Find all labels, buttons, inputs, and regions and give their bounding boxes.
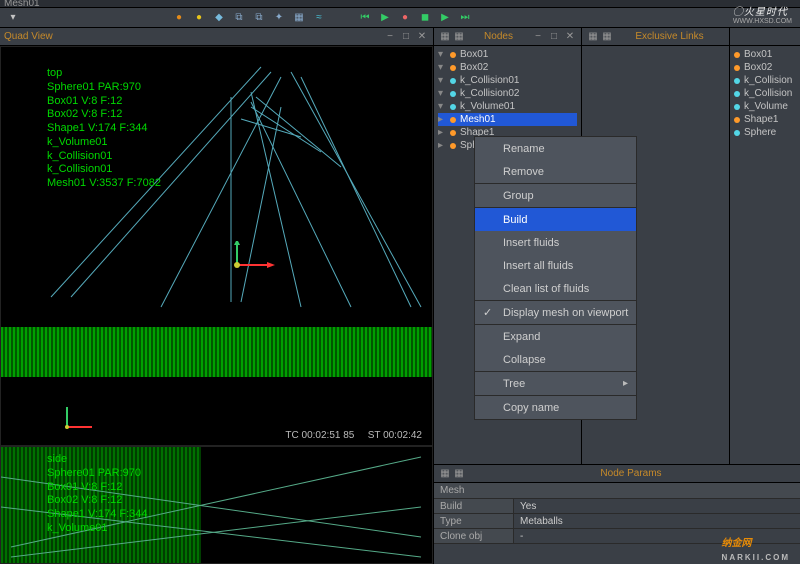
- tc-label: TC 00:02:51 85: [285, 430, 354, 441]
- menu-item[interactable]: Rename: [475, 137, 636, 160]
- grid2-icon[interactable]: ▦: [452, 467, 466, 481]
- close-icon[interactable]: ✕: [415, 30, 429, 44]
- excl-header[interactable]: ▦ ▦ Exclusive Links: [582, 28, 729, 46]
- maximize-icon[interactable]: □: [399, 30, 413, 44]
- ff-icon[interactable]: ⏭: [458, 11, 472, 25]
- main-toolbar: ▾ ● ● ◆ ⧉ ⧉ ✦ ▦ ≈ ⏮ ▶ ● ◼ ▶ ⏭: [0, 8, 800, 28]
- axis-icon[interactable]: ✦: [272, 11, 286, 25]
- viewport-side-info: side Sphere01 PAR:970 Box01 V:8 F:12 Box…: [47, 453, 148, 536]
- node-item[interactable]: ▸Mesh01: [438, 113, 577, 126]
- grid2-icon[interactable]: ▦: [600, 30, 614, 44]
- maximize-icon[interactable]: □: [547, 30, 561, 44]
- wave-icon[interactable]: ≈: [312, 11, 326, 25]
- play-icon[interactable]: ▶: [378, 11, 392, 25]
- stop-icon[interactable]: ◼: [418, 11, 432, 25]
- menu-item[interactable]: Insert fluids: [475, 231, 636, 254]
- sphere-orange-icon[interactable]: ●: [172, 11, 186, 25]
- param-key: Type: [434, 514, 514, 528]
- excl-item[interactable]: Shape1: [734, 113, 796, 126]
- node-item[interactable]: ▾k_Collision01: [438, 74, 577, 87]
- grid1-icon[interactable]: ▦: [438, 467, 452, 481]
- dupe1-icon[interactable]: ⧉: [232, 11, 246, 25]
- menu-item[interactable]: Insert all fluids: [475, 254, 636, 277]
- menu-item[interactable]: Build: [475, 208, 636, 231]
- excl-item[interactable]: k_Volume: [734, 100, 796, 113]
- grid1-icon[interactable]: ▦: [438, 30, 452, 44]
- play2-icon[interactable]: ▶: [438, 11, 452, 25]
- left-pane: Quad View − □ ✕: [0, 28, 434, 564]
- dupe2-icon[interactable]: ⧉: [252, 11, 266, 25]
- close-icon[interactable]: ✕: [563, 30, 577, 44]
- param-val[interactable]: Yes: [514, 499, 800, 513]
- excl-item[interactable]: k_Collision: [734, 87, 796, 100]
- nodes-title: Nodes: [466, 31, 531, 42]
- menu-item[interactable]: Group: [475, 184, 636, 207]
- object-title: Mesh01: [4, 0, 40, 9]
- menu-item[interactable]: Clean list of fluids: [475, 277, 636, 300]
- camera-icon[interactable]: ▦: [292, 11, 306, 25]
- dropdown-icon[interactable]: ▾: [6, 11, 20, 25]
- minimize-icon[interactable]: −: [531, 30, 545, 44]
- viewport-top[interactable]: top Sphere01 PAR:970 Box01 V:8 F:12 Box0…: [0, 46, 433, 446]
- node-item[interactable]: ▾k_Collision02: [438, 87, 577, 100]
- grid2-icon[interactable]: ▦: [452, 30, 466, 44]
- node-item[interactable]: ▾Box01: [438, 48, 577, 61]
- excl-item[interactable]: k_Collision: [734, 74, 796, 87]
- watermark-hxsd: ◯火星时代 WWW.HXSD.COM: [733, 2, 792, 25]
- param-key: Clone obj: [434, 529, 514, 543]
- context-menu: RenameRemoveGroupBuildInsert fluidsInser…: [474, 136, 637, 420]
- node-item[interactable]: ▾k_Volume01: [438, 100, 577, 113]
- menu-item[interactable]: Display mesh on viewport: [475, 301, 636, 324]
- excl-item[interactable]: Box02: [734, 61, 796, 74]
- grid1-icon[interactable]: ▦: [586, 30, 600, 44]
- title-bar: Mesh01: [0, 0, 800, 8]
- menu-item[interactable]: Copy name: [475, 396, 636, 419]
- param-key: Build: [434, 499, 514, 513]
- nodes-header[interactable]: ▦ ▦ Nodes − □ ✕: [434, 28, 581, 46]
- menu-item[interactable]: Collapse: [475, 348, 636, 371]
- node-item[interactable]: ▾Box02: [438, 61, 577, 74]
- excl-item[interactable]: Sphere: [734, 126, 796, 139]
- excl-list-area: Box01Box02k_Collisionk_Collisionk_Volume…: [730, 28, 800, 464]
- watermark-narkii: 纳金网 NARKII.COM: [722, 521, 790, 562]
- params-group[interactable]: Mesh: [434, 483, 800, 499]
- quad-view-title: Quad View: [4, 31, 383, 42]
- quad-view-header[interactable]: Quad View − □ ✕: [0, 28, 433, 46]
- menu-item[interactable]: Tree▸: [475, 372, 636, 395]
- menu-item[interactable]: Remove: [475, 160, 636, 183]
- rewind-icon[interactable]: ⏮: [358, 11, 372, 25]
- param-row-build: Build Yes: [434, 499, 800, 514]
- params-header[interactable]: ▦ ▦ Node Params: [434, 465, 800, 483]
- st-label: ST 00:02:42: [368, 430, 422, 441]
- params-title: Node Params: [466, 468, 796, 479]
- cube-icon[interactable]: ◆: [212, 11, 226, 25]
- viewport-top-info: top Sphere01 PAR:970 Box01 V:8 F:12 Box0…: [47, 67, 161, 191]
- sphere-yellow-icon[interactable]: ●: [192, 11, 206, 25]
- viewport-status: TC 00:02:51 85 ST 00:02:42: [285, 427, 422, 441]
- record-icon[interactable]: ●: [398, 11, 412, 25]
- minimize-icon[interactable]: −: [383, 30, 397, 44]
- excl-title: Exclusive Links: [614, 31, 725, 42]
- viewport-side[interactable]: side Sphere01 PAR:970 Box01 V:8 F:12 Box…: [0, 446, 433, 564]
- excl-item[interactable]: Box01: [734, 48, 796, 61]
- menu-item[interactable]: Expand: [475, 325, 636, 348]
